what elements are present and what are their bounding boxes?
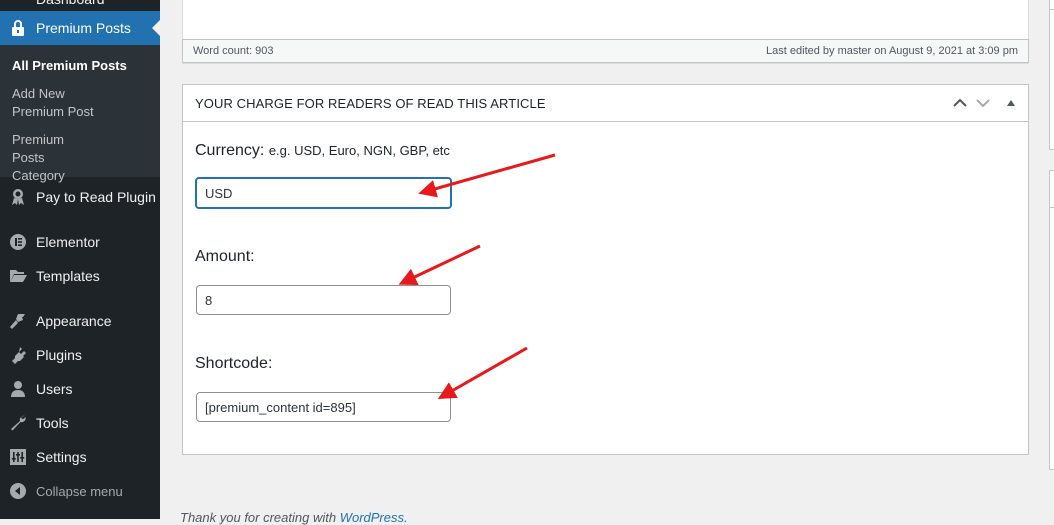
menu-item-label: Templates: [36, 268, 100, 284]
footer-text: Thank you for creating with: [180, 510, 340, 525]
submenu-add-new-premium-post[interactable]: Add New Premium Post: [0, 85, 120, 121]
currency-hint: e.g. USD, Euro, NGN, GBP, etc: [268, 143, 450, 158]
menu-item-dashboard[interactable]: Dashboard: [0, 0, 160, 11]
award-ribbon-icon: [9, 188, 27, 206]
current-menu-pointer: [152, 20, 160, 36]
menu-item-label: Elementor: [36, 234, 100, 250]
wrench-icon: [9, 414, 27, 432]
metabox-header[interactable]: YOUR CHARGE FOR READERS OF READ THIS ART…: [183, 85, 1028, 122]
menu-item-users[interactable]: Users: [0, 374, 160, 404]
chevron-up-icon: [953, 98, 967, 107]
menu-item-settings[interactable]: Settings: [0, 442, 160, 472]
move-down-button[interactable]: [974, 94, 992, 112]
currency-input[interactable]: [195, 177, 452, 209]
menu-item-premium-posts[interactable]: Premium Posts: [0, 11, 160, 45]
menu-item-pay-to-read-plugin[interactable]: Pay to Read Plugin: [0, 182, 160, 212]
shortcode-input[interactable]: [196, 392, 451, 422]
admin-sidebar: Dashboard Premium Posts All Premium Post…: [0, 0, 160, 519]
paintbrush-icon: [9, 312, 27, 330]
side-panel-box: [1049, 170, 1054, 470]
amount-label: Amount:: [195, 248, 255, 265]
premium-posts-submenu: All Premium Posts Add New Premium Post P…: [0, 45, 160, 183]
menu-item-plugins[interactable]: Plugins: [0, 340, 160, 370]
menu-item-label: Settings: [36, 449, 87, 465]
collapse-menu-button[interactable]: Collapse menu: [0, 476, 160, 506]
plug-icon: [9, 346, 27, 364]
chevron-down-icon: [976, 99, 990, 108]
menu-item-label: Tools: [36, 415, 69, 431]
editor-status-bar: Word count: 903 Last edited by master on…: [182, 39, 1029, 63]
elementor-icon: [9, 233, 27, 251]
menu-item-tools[interactable]: Tools: [0, 408, 160, 438]
menu-item-appearance[interactable]: Appearance: [0, 306, 160, 336]
menu-item-templates[interactable]: Templates: [0, 261, 160, 291]
submenu-all-premium-posts[interactable]: All Premium Posts: [0, 57, 160, 75]
user-icon: [9, 380, 27, 398]
word-count: Word count: 903: [193, 45, 274, 57]
submenu-premium-posts-category[interactable]: Premium Posts Category: [0, 131, 100, 185]
lock-icon: [9, 19, 27, 37]
menu-item-label: Dashboard: [36, 0, 105, 7]
amount-input[interactable]: [196, 285, 451, 315]
menu-item-label: Plugins: [36, 347, 82, 363]
sliders-icon: [9, 448, 27, 466]
wordpress-link[interactable]: WordPress.: [340, 510, 408, 525]
currency-label: Currency: e.g. USD, Euro, NGN, GBP, etc: [195, 142, 450, 160]
menu-item-label: Appearance: [36, 313, 112, 329]
menu-item-label: Premium Posts: [36, 20, 131, 36]
triangle-up-icon: [1007, 100, 1015, 106]
side-panel-box: [1049, 0, 1054, 150]
move-up-button[interactable]: [951, 94, 969, 112]
shortcode-label: Shortcode:: [195, 355, 273, 372]
currency-label-text: Currency:: [195, 142, 265, 159]
footer-credit: Thank you for creating with WordPress.: [180, 510, 408, 525]
menu-item-label: Collapse menu: [36, 483, 123, 499]
menu-item-elementor[interactable]: Elementor: [0, 227, 160, 257]
menu-item-label: Users: [36, 381, 73, 397]
folder-icon: [9, 267, 27, 285]
last-edited: Last edited by master on August 9, 2021 …: [766, 45, 1018, 57]
menu-item-label: Pay to Read Plugin: [36, 189, 156, 205]
charge-metabox: YOUR CHARGE FOR READERS OF READ THIS ART…: [182, 84, 1029, 455]
main-content: Word count: 903 Last edited by master on…: [160, 0, 1054, 525]
toggle-panel-button[interactable]: [1002, 94, 1020, 112]
collapse-arrow-icon: [9, 482, 27, 500]
metabox-title: YOUR CHARGE FOR READERS OF READ THIS ART…: [195, 95, 546, 111]
